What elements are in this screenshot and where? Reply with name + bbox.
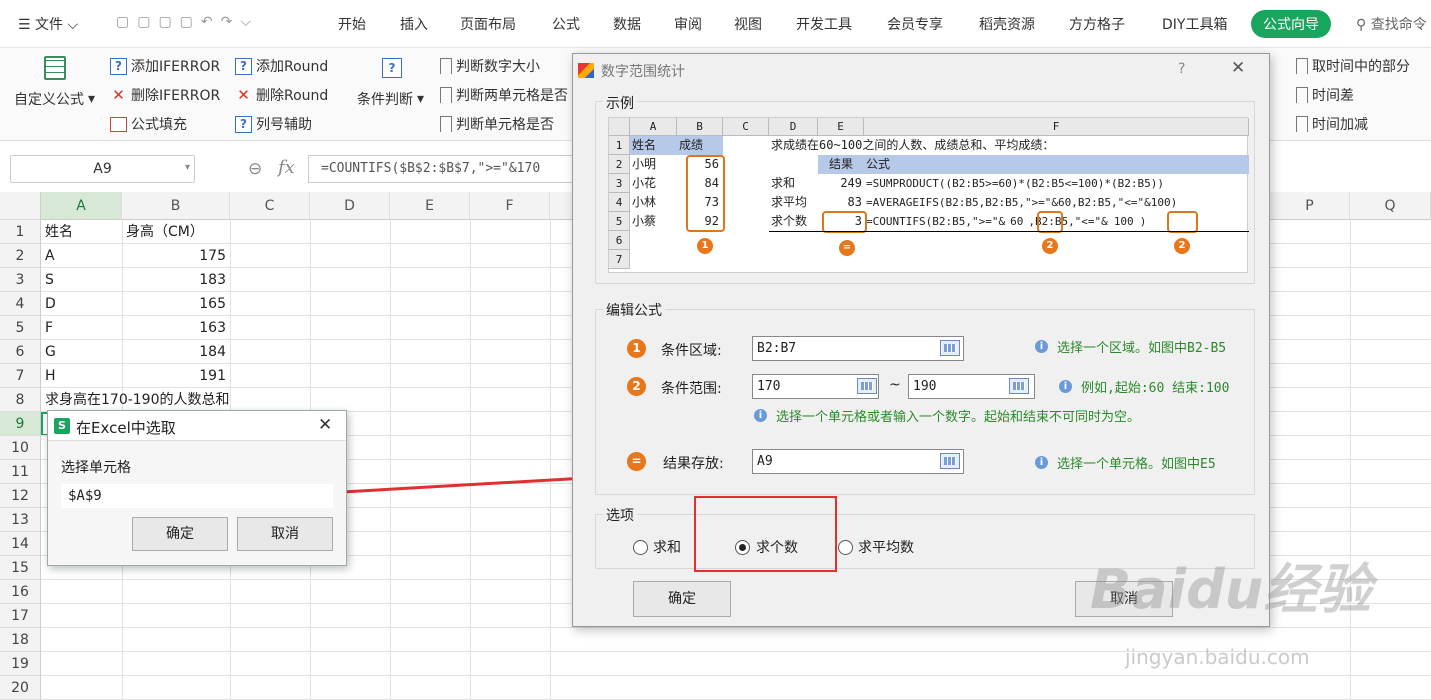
info-icon: i — [1035, 340, 1048, 353]
example-e4: 83 — [847, 195, 862, 209]
example-label: 示例 — [603, 93, 637, 113]
example-row-header: 5 — [609, 212, 630, 231]
cond-range-label: 条件范围: — [661, 381, 722, 397]
select-cell-label: 选择单元格 — [61, 460, 131, 476]
result-input[interactable]: A9 — [752, 449, 964, 474]
app-icon: S — [54, 418, 70, 434]
example-a4: 小林 — [632, 195, 657, 209]
example-a2: 小明 — [632, 157, 657, 171]
baidu-watermark-logo: Baidu经验 — [1090, 558, 1372, 621]
example-f5: =COUNTIFS(B2:B5,">="& 60 ,B2:B5,"<="& 10… — [866, 212, 1146, 231]
example-col-f: F — [864, 118, 1249, 136]
example-col-b: B — [677, 118, 723, 136]
select-cell-dialog: S 在Excel中选取 ✕ 选择单元格 $A$9 确定 取消 — [47, 410, 347, 566]
info-icon: i — [754, 409, 767, 422]
result-picker-icon[interactable] — [940, 453, 960, 469]
example-d3: 求和 — [771, 176, 796, 190]
radio-sum-label[interactable]: 求和 — [653, 537, 681, 557]
radio-average-label[interactable]: 求平均数 — [858, 537, 914, 557]
ok-button[interactable]: 确定 — [132, 517, 228, 551]
result-label: 结果存放: — [663, 456, 724, 472]
example-f5-part1: =COUNTIFS(B2:B5,">="& — [866, 215, 1006, 228]
highlight-result — [822, 211, 867, 233]
example-f5-part3: ) — [1139, 215, 1147, 228]
badge-one: 1 — [627, 339, 646, 358]
info-icon: i — [1035, 456, 1048, 469]
example-d4: 求平均 — [771, 195, 808, 209]
badge-equals: = — [627, 452, 646, 471]
example-f4: =AVERAGEIFS(B2:B5,B2:B5,">="&60,B2:B5,"<… — [866, 196, 1178, 209]
example-a3: 小花 — [632, 176, 657, 190]
cond-area-label: 条件区域: — [661, 343, 722, 359]
example-a1: 姓名 — [630, 136, 677, 155]
example-e3: 249 — [840, 176, 862, 190]
example-a5: 小蔡 — [632, 214, 657, 228]
example-row-header: 4 — [609, 193, 630, 212]
example-divider — [769, 231, 1249, 232]
cell-ref-input[interactable]: $A$9 — [61, 484, 333, 508]
range-picker-icon[interactable] — [940, 340, 960, 356]
radio-sum[interactable] — [633, 540, 648, 555]
range-hint-2: 选择一个单元格或者输入一个数字。起始和结束不可同时为空。 — [776, 410, 1141, 425]
range-separator: ~ — [889, 377, 901, 393]
example-badge-two-a: 2 — [1042, 238, 1058, 254]
app-icon — [578, 63, 594, 78]
cond-area-input[interactable]: B2:B7 — [752, 336, 964, 361]
example-badge-one: 1 — [697, 238, 713, 254]
badge-two: 2 — [627, 377, 646, 396]
example-title: 求成绩在60~100之间的人数、成绩总和、平均成绩： — [771, 138, 1055, 152]
example-d5: 求个数 — [771, 214, 808, 228]
range-end-picker-icon[interactable] — [1009, 378, 1029, 394]
example-col-e: E — [818, 118, 864, 136]
example-corner — [609, 118, 630, 136]
example-b1: 成绩 — [677, 136, 723, 155]
example-row-header: 3 — [609, 174, 630, 193]
example-sheet: A B C D E F 1234567 姓名 成绩 小明 56 小花 84 小林… — [608, 117, 1249, 273]
highlight-start — [1037, 211, 1063, 233]
dialog-title: 在Excel中选取 — [76, 419, 176, 437]
cond-area-hint: 选择一个区域。如图中B2-B5 — [1057, 341, 1227, 356]
result-hint: 选择一个单元格。如图中E5 — [1057, 457, 1216, 472]
edit-formula-label: 编辑公式 — [603, 300, 665, 320]
example-e-head: 结果 — [818, 155, 864, 174]
close-icon[interactable]: ✕ — [318, 415, 332, 435]
example-f3: =SUMPRODUCT((B2:B5>=60)*(B2:B5<=100)*(B2… — [866, 177, 1165, 190]
example-badge-two-b: 2 — [1174, 238, 1190, 254]
options-label: 选项 — [603, 505, 637, 525]
example-col-c: C — [723, 118, 769, 136]
baidu-watermark-url: jingyan.baidu.com — [1125, 645, 1310, 669]
highlight-end — [1167, 211, 1198, 233]
example-f5-end: 100 — [1113, 215, 1134, 228]
example-row-header: 7 — [609, 250, 630, 269]
close-icon[interactable]: ✕ — [1231, 58, 1245, 78]
range-hint: 例如,起始:60 结束:100 — [1081, 381, 1230, 396]
ok-button[interactable]: 确定 — [633, 581, 731, 617]
dialog-title: 数字范围统计 — [601, 64, 685, 80]
example-row-header: 6 — [609, 231, 630, 250]
example-col-d: D — [769, 118, 818, 136]
info-icon: i — [1059, 380, 1072, 393]
radio-count[interactable] — [735, 540, 750, 555]
example-row-header: 1 — [609, 136, 630, 155]
help-icon[interactable]: ? — [1178, 61, 1185, 77]
example-col-a: A — [630, 118, 677, 136]
highlight-scores — [686, 155, 725, 232]
example-row-header: 2 — [609, 155, 630, 174]
highlight-box — [694, 496, 837, 572]
example-badge-equals: = — [839, 240, 855, 256]
radio-average[interactable] — [838, 540, 853, 555]
radio-count-label[interactable]: 求个数 — [756, 537, 798, 557]
cancel-button[interactable]: 取消 — [237, 517, 333, 551]
range-start-picker-icon[interactable] — [857, 378, 877, 394]
example-f5-start: 60 — [1010, 215, 1024, 228]
example-f-head: 公式 — [864, 155, 1249, 174]
